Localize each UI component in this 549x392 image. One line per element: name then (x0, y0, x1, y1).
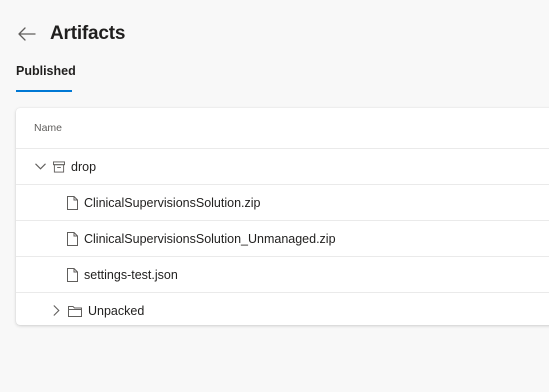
tree-row-drop[interactable]: drop (16, 149, 549, 185)
folder-icon (68, 304, 82, 318)
tree-row-label: ClinicalSupervisionsSolution.zip (84, 195, 261, 210)
artifact-box-icon (53, 160, 65, 174)
tree-row-label: ClinicalSupervisionsSolution_Unmanaged.z… (84, 231, 336, 246)
tree-row-label: drop (71, 159, 97, 174)
file-icon (66, 231, 78, 246)
file-icon (66, 195, 78, 210)
tree-row-file[interactable]: settings-test.json (16, 257, 549, 293)
tab-published[interactable]: Published (16, 64, 76, 92)
tree-row-label: settings-test.json (84, 267, 178, 282)
page-title: Artifacts (50, 23, 126, 44)
tree-row-label: Unpacked (88, 303, 145, 318)
file-icon (66, 267, 78, 282)
chevron-right-icon[interactable] (50, 305, 62, 317)
tab-bar: Published (16, 62, 76, 92)
artifacts-page: Artifacts Published Name drop ClinicalSu… (0, 0, 549, 392)
tree-row-file[interactable]: ClinicalSupervisionsSolution.zip (16, 185, 549, 221)
column-header-name[interactable]: Name (16, 108, 549, 149)
chevron-down-icon[interactable] (34, 161, 46, 173)
page-header: Artifacts (16, 20, 125, 48)
artifacts-table: Name drop ClinicalSupervisionsSolution.z… (16, 108, 549, 325)
arrow-left-icon (18, 27, 36, 41)
tree-row-file[interactable]: ClinicalSupervisionsSolution_Unmanaged.z… (16, 221, 549, 257)
back-button[interactable] (16, 23, 38, 45)
tree-row-unpacked[interactable]: Unpacked (16, 293, 549, 325)
